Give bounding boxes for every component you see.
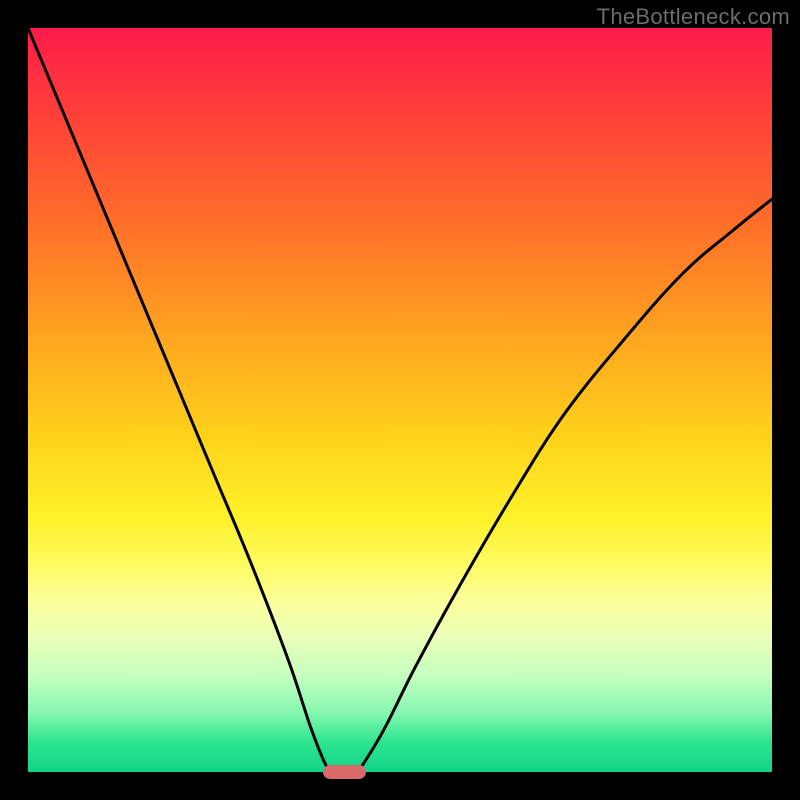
minimum-marker (323, 765, 366, 779)
chart-frame: TheBottleneck.com (0, 0, 800, 800)
plot-area (28, 28, 772, 772)
bottleneck-curve (28, 28, 772, 772)
watermark-text: TheBottleneck.com (597, 4, 790, 30)
